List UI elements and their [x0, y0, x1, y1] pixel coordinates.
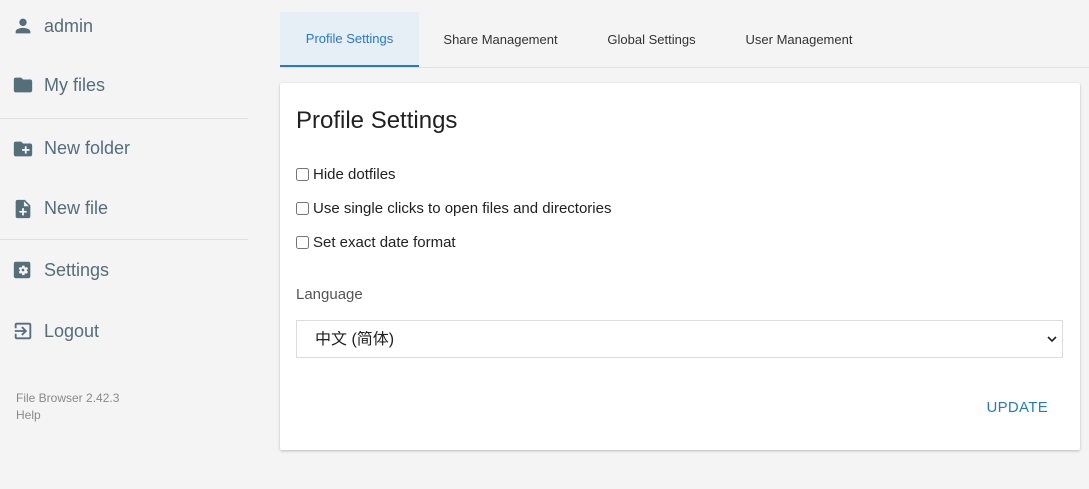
sidebar-item-label: My files	[44, 74, 106, 95]
language-select[interactable]: 中文 (简体)	[296, 320, 1063, 358]
sidebar-item-logout[interactable]: Logout	[0, 300, 248, 362]
hide-dotfiles-checkbox[interactable]	[296, 168, 309, 181]
settings-icon	[12, 259, 34, 281]
settings-tabs: Profile Settings Share Management Global…	[280, 12, 1089, 68]
sidebar-item-new-folder[interactable]: New folder	[0, 119, 248, 178]
create-new-folder-icon	[12, 138, 34, 160]
sidebar-item-user[interactable]: admin	[0, 0, 248, 52]
single-click-label: Use single clicks to open files and dire…	[313, 200, 612, 217]
hide-dotfiles-label: Hide dotfiles	[313, 166, 396, 183]
sidebar-item-settings[interactable]: Settings	[0, 240, 248, 300]
sidebar-item-new-file[interactable]: New file	[0, 178, 248, 239]
update-button[interactable]: UPDATE	[986, 397, 1048, 418]
page-title: Profile Settings	[296, 107, 458, 134]
tab-global-settings[interactable]: Global Settings	[582, 12, 721, 66]
sidebar-item-label: New folder	[44, 138, 131, 158]
version-text: File Browser 2.42.3	[16, 391, 120, 405]
language-label: Language	[296, 286, 363, 303]
tab-profile-settings[interactable]: Profile Settings	[280, 12, 419, 67]
sidebar-item-label: New file	[44, 198, 109, 218]
tab-share-management[interactable]: Share Management	[419, 12, 582, 66]
exact-date-label: Set exact date format	[313, 234, 456, 251]
exit-icon	[12, 320, 34, 342]
help-link[interactable]: Help	[16, 407, 119, 424]
sidebar-item-label: Logout	[44, 320, 100, 341]
exact-date-option[interactable]: Set exact date format	[296, 234, 456, 251]
sidebar-item-my-files[interactable]: My files	[0, 52, 248, 118]
person-icon	[12, 15, 34, 37]
profile-settings-card: Profile Settings Hide dotfiles Use singl…	[280, 83, 1080, 450]
sidebar-footer: File Browser 2.42.3 Help	[16, 390, 119, 424]
sidebar-item-label: Settings	[44, 259, 110, 280]
sidebar-item-label: admin	[44, 15, 94, 36]
hide-dotfiles-option[interactable]: Hide dotfiles	[296, 166, 396, 183]
note-add-icon	[12, 198, 34, 220]
folder-icon	[12, 74, 34, 96]
sidebar: admin My files New folder New file Setti…	[0, 0, 248, 489]
single-click-checkbox[interactable]	[296, 202, 309, 215]
exact-date-checkbox[interactable]	[296, 236, 309, 249]
single-click-option[interactable]: Use single clicks to open files and dire…	[296, 200, 611, 217]
tab-user-management[interactable]: User Management	[721, 12, 877, 66]
